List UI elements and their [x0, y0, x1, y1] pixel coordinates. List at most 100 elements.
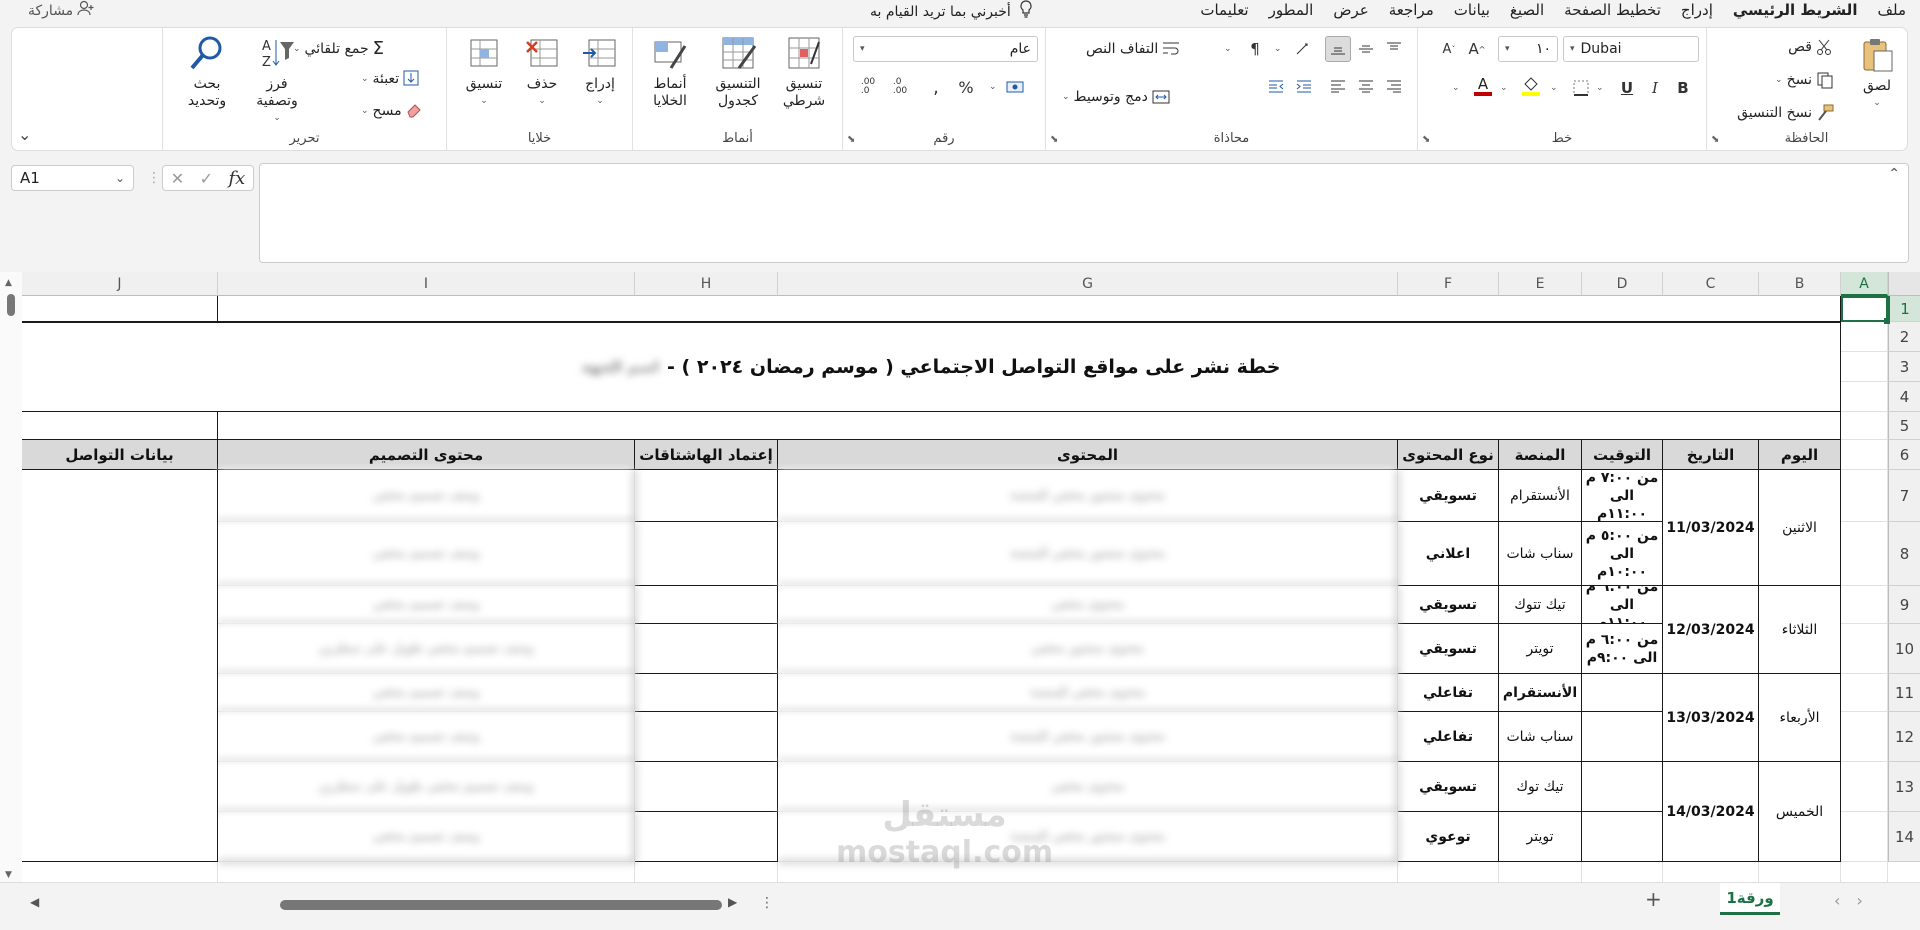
content-type-cell[interactable]: تسويقي: [1398, 470, 1499, 522]
hashtags-cell[interactable]: [635, 586, 778, 624]
date-cell[interactable]: 13/03/2024: [1663, 674, 1759, 762]
column-header-b[interactable]: B: [1759, 272, 1841, 296]
align-center-icon[interactable]: [1353, 73, 1379, 99]
header-contact[interactable]: بيانات التواصل: [22, 440, 218, 470]
align-bottom-icon[interactable]: [1325, 36, 1351, 62]
content-cell[interactable]: محتوى مخفي: [778, 586, 1398, 624]
day-cell[interactable]: الاثنين: [1759, 470, 1841, 586]
tab-help[interactable]: تعليمات: [1200, 0, 1248, 20]
day-cell[interactable]: الأربعاء: [1759, 674, 1841, 762]
tab-formulas[interactable]: الصيغ: [1510, 0, 1544, 20]
percent-button[interactable]: %: [953, 74, 979, 100]
enter-icon[interactable]: ✓: [200, 169, 213, 188]
format-painter-button[interactable]: نسخ التنسيق: [1737, 104, 1834, 122]
row-header-11[interactable]: 11: [1888, 674, 1920, 712]
row-header-5[interactable]: 5: [1888, 412, 1920, 440]
cell-styles-button[interactable]: أنماط الخلايا: [639, 34, 701, 110]
accounting-format-icon[interactable]: [1003, 74, 1029, 100]
header-date[interactable]: التاريخ: [1663, 440, 1759, 470]
time-cell-empty[interactable]: [1582, 812, 1663, 862]
collapse-ribbon-icon[interactable]: ⌄: [18, 125, 31, 144]
formula-input[interactable]: ⌃: [259, 163, 1909, 263]
decrease-font-icon[interactable]: Aˇ: [1436, 36, 1462, 62]
sheet-tab[interactable]: ورقة1: [1720, 883, 1780, 915]
column-header-f[interactable]: F: [1398, 272, 1499, 296]
row-header-6[interactable]: 6: [1888, 440, 1920, 470]
row-header-1[interactable]: 1: [1888, 296, 1920, 322]
vertical-scrollbar[interactable]: ▲ ▼: [0, 272, 22, 882]
comma-button[interactable]: ,: [923, 74, 949, 100]
chevron-down-icon[interactable]: ⌄: [989, 82, 997, 92]
format-as-table-button[interactable]: التنسيق كجدول: [707, 34, 769, 110]
time-cell-empty[interactable]: [1582, 712, 1663, 762]
dialog-launcher-icon[interactable]: ⬊: [847, 134, 855, 145]
cell-j1[interactable]: [22, 296, 218, 322]
content-type-cell[interactable]: تسويقي: [1398, 624, 1499, 674]
time-cell[interactable]: من ٥:٠٠ م الى ١٠:٠٠م: [1582, 522, 1663, 586]
row-header-13[interactable]: 13: [1888, 762, 1920, 812]
delete-cells-button[interactable]: حذف ⌄: [517, 34, 567, 110]
row-header-8[interactable]: 8: [1888, 522, 1920, 586]
row-header-9[interactable]: 9: [1888, 586, 1920, 624]
column-header-i[interactable]: I: [218, 272, 635, 296]
hashtags-cell[interactable]: [635, 624, 778, 674]
time-cell[interactable]: من ٧:٠٠ م الى ١١:٠٠م: [1582, 470, 1663, 522]
hashtags-cell[interactable]: [635, 674, 778, 712]
align-top-icon[interactable]: [1381, 36, 1407, 62]
header-day[interactable]: اليوم: [1759, 440, 1841, 470]
cell-i1-b1[interactable]: [218, 296, 1841, 322]
tab-insert[interactable]: إدراج: [1681, 0, 1713, 20]
design-cell[interactable]: وصف تصميم مخفي: [218, 712, 635, 762]
underline-button[interactable]: U: [1614, 75, 1640, 101]
vertical-dots-icon[interactable]: ⋮: [760, 895, 774, 911]
dialog-launcher-icon[interactable]: ⬊: [1050, 134, 1058, 145]
content-cell[interactable]: محتوى منشور مخفي: [778, 624, 1398, 674]
conditional-formatting-button[interactable]: تنسيق شرطي: [773, 34, 835, 110]
hashtags-cell[interactable]: [635, 812, 778, 862]
add-sheet-button[interactable]: +: [1645, 887, 1662, 911]
day-cell[interactable]: الثلاثاء: [1759, 586, 1841, 674]
row-header-10[interactable]: 10: [1888, 624, 1920, 674]
increase-decimal-icon[interactable]: .0.00: [887, 74, 913, 100]
content-cell[interactable]: محتوى منشور مخفي للمنصة: [778, 712, 1398, 762]
hashtags-cell[interactable]: [635, 522, 778, 586]
content-type-cell[interactable]: تسويقي: [1398, 762, 1499, 812]
tab-review[interactable]: مراجعة: [1389, 0, 1434, 20]
dialog-launcher-icon[interactable]: ⬊: [1422, 134, 1430, 145]
time-cell-empty[interactable]: [1582, 674, 1663, 712]
chevron-down-icon[interactable]: ⌄: [1596, 83, 1604, 93]
wrap-text-button[interactable]: التفاف النص: [1086, 40, 1180, 58]
chevron-down-icon[interactable]: ⌄: [1274, 44, 1282, 54]
insert-function-button[interactable]: fx: [228, 168, 245, 189]
number-format-combo[interactable]: ▾ عام: [853, 36, 1038, 62]
select-all-corner[interactable]: [1888, 272, 1920, 296]
find-select-button[interactable]: بحث وتحديد: [175, 34, 239, 110]
sort-filter-button[interactable]: AZ فرز وتصفية ⌄: [245, 34, 309, 127]
day-cell[interactable]: الخميس: [1759, 762, 1841, 862]
row-header-14[interactable]: 14: [1888, 812, 1920, 862]
platform-cell[interactable]: سناب شات: [1499, 712, 1582, 762]
column-header-g[interactable]: G: [778, 272, 1398, 296]
chevron-up-icon[interactable]: ⌃: [1888, 166, 1900, 182]
horizontal-scroll-thumb[interactable]: [280, 900, 722, 910]
header-time[interactable]: التوقيت: [1582, 440, 1663, 470]
design-cell[interactable]: وصف تصميم مخفي: [218, 470, 635, 522]
hashtags-cell[interactable]: [635, 470, 778, 522]
contact-cell[interactable]: [22, 470, 218, 862]
copy-button[interactable]: ⌄ نسخ: [1775, 71, 1834, 89]
paste-button[interactable]: لصق ⌄: [1858, 36, 1896, 112]
content-cell[interactable]: محتوى منشور مخفي للمنصة: [778, 470, 1398, 522]
column-header-h[interactable]: H: [635, 272, 778, 296]
cancel-icon[interactable]: ✕: [171, 169, 184, 188]
column-header-c[interactable]: C: [1663, 272, 1759, 296]
tab-view[interactable]: عرض: [1333, 0, 1368, 20]
scroll-right-icon[interactable]: ▶: [728, 895, 737, 909]
content-type-cell[interactable]: تفاعلي: [1398, 712, 1499, 762]
content-cell[interactable]: محتوى منشور مخفي للمنصة: [778, 522, 1398, 586]
platform-cell[interactable]: تيك تتوك: [1499, 586, 1582, 624]
clear-button[interactable]: ⌄ مسح: [361, 102, 424, 120]
decrease-indent-icon[interactable]: [1263, 73, 1289, 99]
row-header-12[interactable]: 12: [1888, 712, 1920, 762]
orientation-icon[interactable]: [1291, 36, 1317, 62]
chevron-down-icon[interactable]: ⌄: [1452, 83, 1460, 93]
